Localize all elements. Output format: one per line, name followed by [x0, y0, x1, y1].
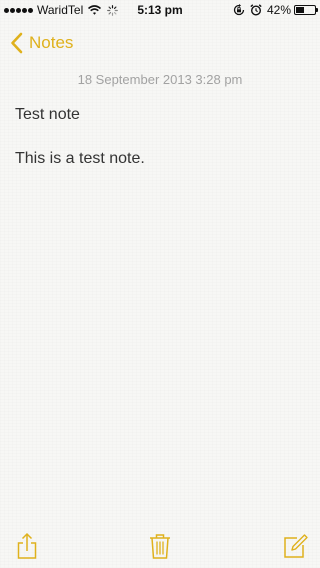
battery-level-fill [296, 7, 304, 13]
note-body-line: This is a test note. [15, 150, 145, 167]
note-body[interactable]: Test note This is a test note. [15, 104, 305, 170]
battery-percentage: 42% [266, 3, 291, 17]
note-title-line: Test note [15, 106, 80, 123]
note-date: 18 September 2013 3:28 pm [77, 72, 243, 87]
compose-button[interactable] [281, 532, 309, 560]
status-bar: WaridTel 5:13 pm 42% [0, 0, 320, 20]
rotation-lock-icon [233, 4, 245, 16]
back-button[interactable]: Notes [10, 30, 73, 56]
note-blank-line [15, 126, 305, 148]
status-right: 42% [233, 3, 318, 17]
compose-icon [284, 534, 308, 558]
delete-button[interactable] [146, 532, 174, 560]
alarm-icon [250, 4, 262, 16]
chevron-left-icon [11, 32, 23, 54]
trash-icon [150, 534, 170, 559]
share-icon [17, 532, 37, 559]
back-button-label: Notes [29, 33, 74, 52]
share-button[interactable] [13, 532, 41, 560]
battery-icon [294, 5, 318, 15]
